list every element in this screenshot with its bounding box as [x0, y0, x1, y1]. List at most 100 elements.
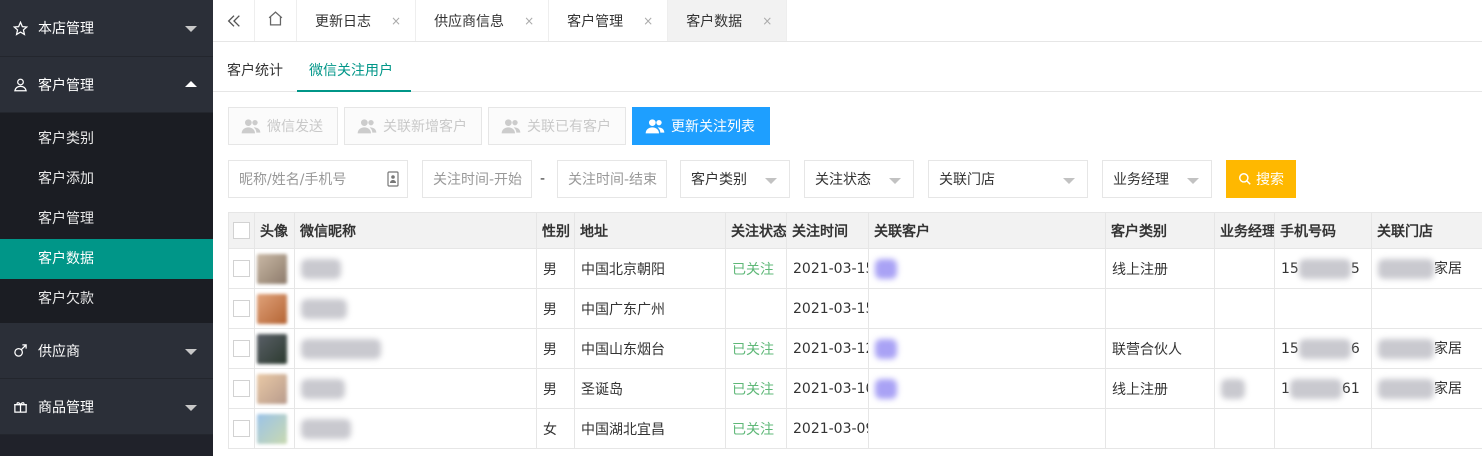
status-cell: 已关注 [725, 408, 787, 449]
close-icon[interactable]: × [762, 14, 772, 28]
tab-update-log[interactable]: 更新日志 × [297, 0, 417, 41]
store-suffix: 家居 [1434, 341, 1462, 357]
followers-table: 头像 微信昵称 性别 地址 关注状态 关注时间 关联客户 客户类别 业务经理 手… [228, 212, 1482, 449]
manager-cell [1214, 288, 1275, 329]
chevron-down-icon [185, 348, 197, 355]
select-all-checkbox[interactable] [228, 212, 255, 249]
nickname-cell [294, 288, 537, 329]
tab-label: 供应商信息 [434, 13, 505, 30]
close-icon[interactable]: × [391, 14, 401, 28]
gift-icon [12, 399, 28, 415]
home-tab[interactable] [255, 0, 297, 41]
keyword-search-input[interactable]: 昵称/姓名/手机号 [228, 160, 408, 198]
table-row[interactable]: 男 中国山东烟台 已关注 2021-03-12 联营合伙人 15 6 家居 [228, 328, 1482, 369]
users-icon [501, 118, 521, 134]
customer-submenu: 客户类别 客户添加 客户管理 客户数据 客户欠款 [0, 113, 213, 323]
table-row[interactable]: 男 中国北京朝阳 已关注 2021-03-15 线上注册 15 5 家居 [228, 248, 1482, 289]
manager-cell [1214, 368, 1275, 409]
col-linked-store: 关联门店 [1371, 212, 1482, 249]
tab-supplier-info[interactable]: 供应商信息 × [416, 0, 550, 41]
customer-type-cell: 联营合伙人 [1105, 328, 1215, 369]
double-chevron-left-icon[interactable] [213, 0, 255, 41]
nav-group-supplier[interactable]: 供应商 [0, 323, 213, 379]
chevron-down-icon [1187, 178, 1199, 184]
sidebar-item-customer-data[interactable]: 客户数据 [0, 239, 213, 279]
tab-customer-data[interactable]: 客户数据 × [668, 0, 788, 41]
linked-customer-cell [868, 288, 1106, 329]
date-cell: 2021-03-09 [786, 408, 869, 449]
nav-group-goods[interactable]: 商品管理 [0, 379, 213, 435]
chevron-down-icon [185, 404, 197, 411]
col-manager: 业务经理 [1214, 212, 1275, 249]
nickname-cell [294, 408, 537, 449]
follow-status-select[interactable]: 关注状态 [804, 160, 914, 198]
row-checkbox[interactable] [228, 408, 255, 449]
wechat-send-button[interactable]: 微信发送 [228, 107, 338, 145]
col-linked-customer: 关联客户 [868, 212, 1106, 249]
phone-suffix: 6 [1350, 340, 1360, 357]
address-cell: 圣诞岛 [574, 368, 726, 409]
manager-cell [1214, 408, 1275, 449]
avatar [254, 288, 295, 329]
phone-suffix: 61 [1341, 380, 1360, 397]
sidebar: 本店管理 客户管理 客户类别 客户添加 客户管理 客户数据 客户欠款 供应商 商… [0, 0, 213, 456]
phone-suffix: 5 [1350, 260, 1360, 277]
avatar [254, 408, 295, 449]
row-checkbox[interactable] [228, 248, 255, 289]
nickname-cell [294, 368, 537, 409]
row-checkbox[interactable] [228, 288, 255, 329]
row-checkbox[interactable] [228, 368, 255, 409]
link-existing-customer-button[interactable]: 关联已有客户 [488, 107, 626, 145]
follow-start-date-input[interactable]: 关注时间-开始 [422, 160, 532, 198]
tab-customer-manage[interactable]: 客户管理 × [549, 0, 669, 41]
customer-type-select[interactable]: 客户类别 [680, 160, 790, 198]
avatar [254, 368, 295, 409]
users-icon [241, 118, 261, 134]
star-icon [12, 20, 28, 36]
date-cell: 2021-03-12 [786, 328, 869, 369]
search-button[interactable]: 搜索 [1226, 160, 1296, 198]
sidebar-item-customer-add[interactable]: 客户添加 [0, 159, 213, 199]
button-label: 微信发送 [267, 119, 323, 135]
customer-type-cell: 线上注册 [1105, 368, 1215, 409]
table-row[interactable]: 男 圣诞岛 已关注 2021-03-10 线上注册 1 61 家居 [228, 368, 1482, 409]
select-value: 业务经理 [1113, 172, 1169, 188]
close-icon[interactable]: × [524, 14, 534, 28]
phone-prefix: 15 [1281, 260, 1299, 277]
phone-cell: 15 6 [1274, 328, 1372, 369]
chevron-down-icon [185, 26, 197, 32]
table-row[interactable]: 男 中国广东广州 2021-03-15 [228, 288, 1482, 329]
date-cell: 2021-03-15 [786, 248, 869, 289]
tab-label: 更新日志 [315, 13, 371, 30]
update-follow-list-button[interactable]: 更新关注列表 [632, 107, 770, 145]
linked-store-select[interactable]: 关联门店 [928, 160, 1088, 198]
sidebar-item-customer-debt[interactable]: 客户欠款 [0, 279, 213, 319]
users-icon [645, 118, 665, 134]
manager-select[interactable]: 业务经理 [1102, 160, 1212, 198]
subtab-wechat-followers[interactable]: 微信关注用户 [297, 42, 411, 92]
phone-cell: 1 61 [1274, 368, 1372, 409]
contact-card-icon [387, 171, 399, 191]
row-checkbox[interactable] [228, 328, 255, 369]
sidebar-item-customer-type[interactable]: 客户类别 [0, 119, 213, 159]
nav-group-store[interactable]: 本店管理 [0, 0, 213, 57]
nav-group-label: 客户管理 [38, 77, 94, 94]
linked-customer-cell [868, 248, 1106, 289]
linked-customer-cell [868, 368, 1106, 409]
nav-group-customer[interactable]: 客户管理 [0, 57, 213, 113]
manager-cell [1214, 328, 1275, 369]
store-cell [1371, 288, 1482, 329]
nav-group-label: 供应商 [38, 343, 80, 360]
subtab-customer-stats[interactable]: 客户统计 [227, 42, 283, 92]
follow-end-date-input[interactable]: 关注时间-结束 [557, 160, 667, 198]
link-new-customer-button[interactable]: 关联新增客户 [344, 107, 482, 145]
avatar [254, 328, 295, 369]
sidebar-item-customer-manage[interactable]: 客户管理 [0, 199, 213, 239]
table-row[interactable]: 女 中国湖北宜昌 已关注 2021-03-09 [228, 408, 1482, 449]
nav-group-label: 商品管理 [38, 399, 94, 416]
address-cell: 中国广东广州 [574, 288, 726, 329]
store-cell: 家居 [1371, 328, 1482, 369]
close-icon[interactable]: × [643, 14, 653, 28]
search-icon [1238, 172, 1252, 186]
phone-prefix: 1 [1281, 380, 1290, 397]
